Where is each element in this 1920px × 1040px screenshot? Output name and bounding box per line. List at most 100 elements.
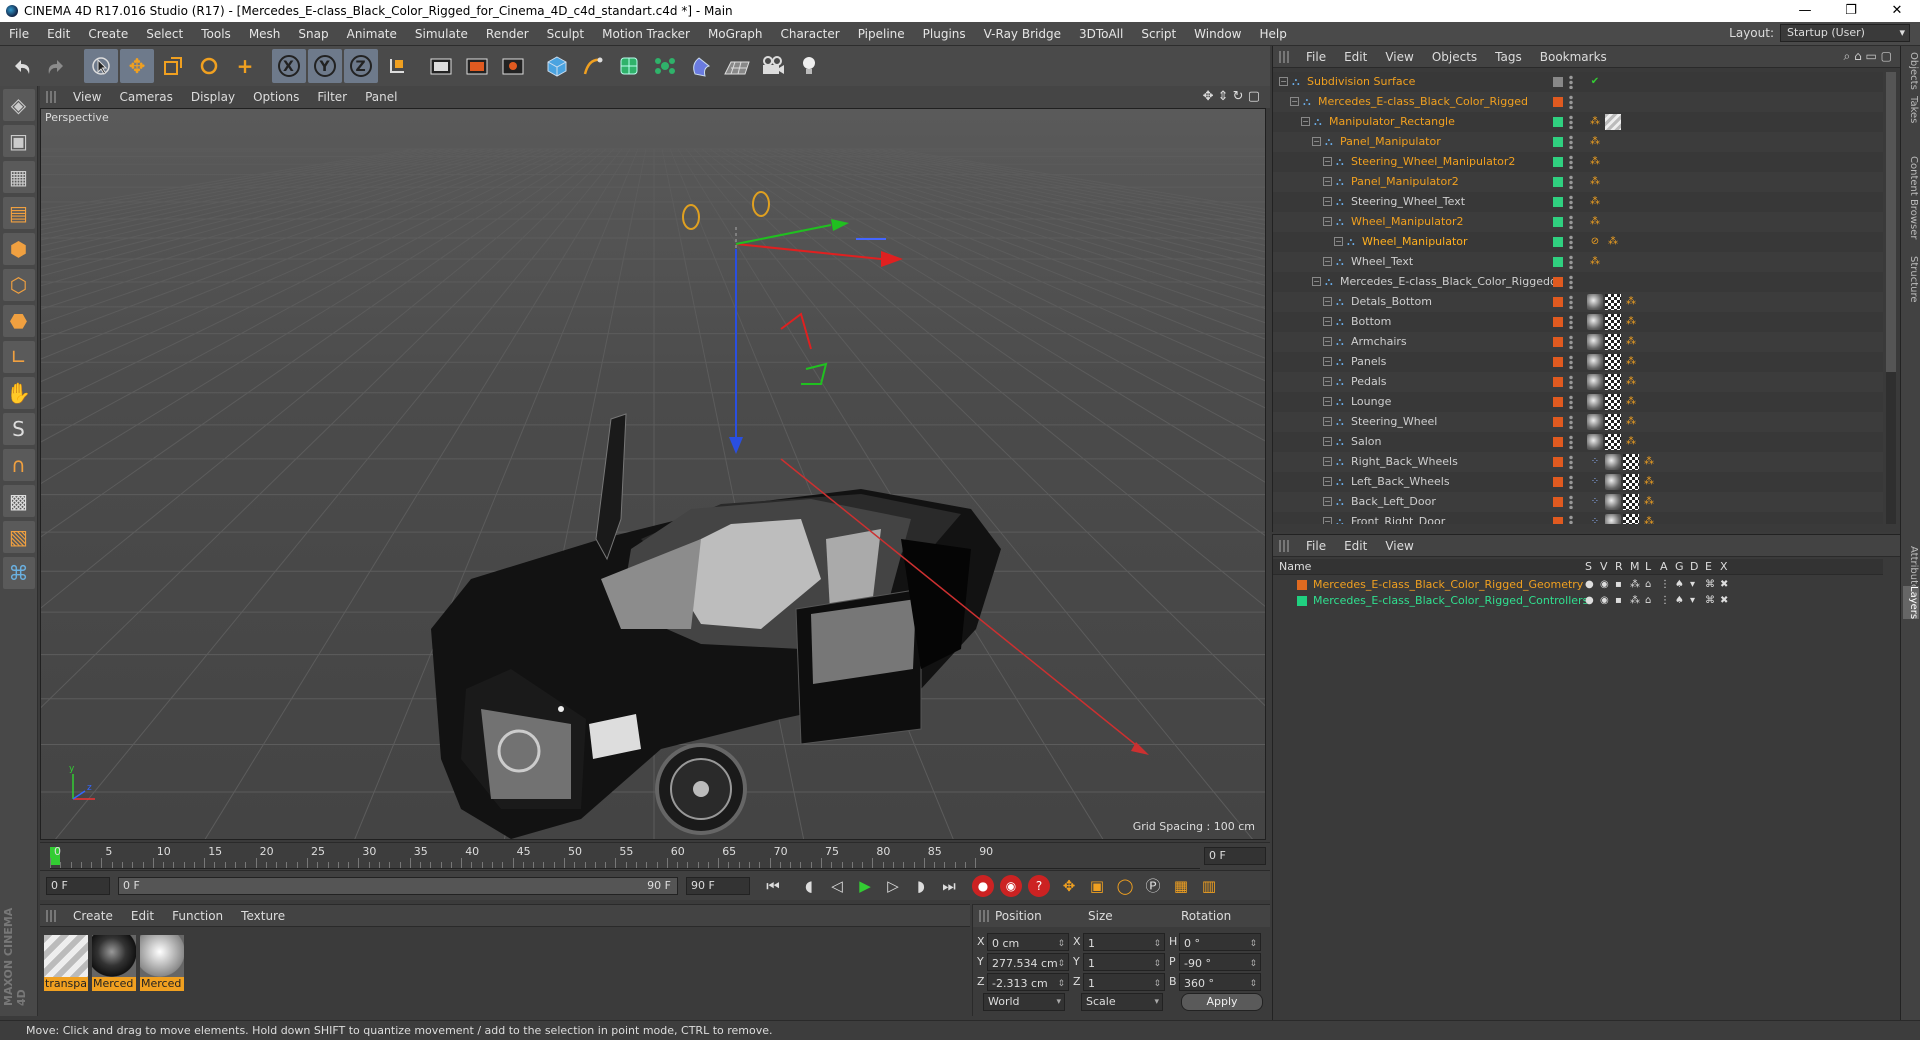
edges-mode-icon[interactable]: ⬡	[2, 269, 35, 301]
object-menu-edit[interactable]: Edit	[1335, 50, 1376, 64]
timeline[interactable]: 0 5 10 15 20 25 30 35 40 45 50 55 60 65 70 75 80 85 90 0 F	[40, 842, 1270, 870]
visibility-dots-icon[interactable]	[1569, 75, 1573, 89]
tag-dots-icon[interactable]: ⁂	[1605, 234, 1621, 250]
menu-simulate[interactable]: Simulate	[406, 27, 477, 41]
layer-color-swatch[interactable]	[1553, 457, 1563, 467]
visibility-dots-icon[interactable]	[1569, 475, 1573, 489]
tag-dots-icon[interactable]: ⁂	[1623, 394, 1639, 410]
tag-dots-icon[interactable]: ⁂	[1641, 514, 1657, 524]
visibility-dots-icon[interactable]	[1569, 215, 1573, 229]
material-menu-edit[interactable]: Edit	[122, 909, 163, 923]
object-row[interactable]: − ⛬ Mercedes_E-class_Black_Color_Riggedd	[1273, 272, 1883, 292]
expand-toggle-icon[interactable]: −	[1323, 497, 1332, 506]
object-name[interactable]: Wheel_Manipulator2	[1351, 212, 1464, 232]
object-name[interactable]: Armchairs	[1351, 332, 1407, 352]
scrollbar-thumb[interactable]	[1886, 72, 1896, 372]
expand-toggle-icon[interactable]: −	[1334, 237, 1343, 246]
tag-mat-icon[interactable]	[1587, 314, 1603, 330]
tag-dots-icon[interactable]: ⁂	[1623, 414, 1639, 430]
layer-column-g[interactable]: G	[1675, 560, 1684, 573]
z-axis-icon[interactable]: Z	[344, 49, 378, 83]
object-tree-scrollbar[interactable]	[1886, 72, 1896, 524]
layer-color-swatch[interactable]	[1553, 417, 1563, 427]
object-row[interactable]: − ⛬ Lounge ⁂	[1273, 392, 1883, 412]
side-tab-objects[interactable]: Objects	[1903, 52, 1919, 90]
object-name[interactable]: Right_Back_Wheels	[1351, 452, 1458, 472]
visibility-dots-icon[interactable]	[1569, 175, 1573, 189]
expand-toggle-icon[interactable]: −	[1323, 197, 1332, 206]
tag-mat-icon[interactable]	[1605, 454, 1621, 470]
layer-color-swatch[interactable]	[1553, 277, 1563, 287]
expand-toggle-icon[interactable]: −	[1323, 457, 1332, 466]
expand-toggle-icon[interactable]: −	[1323, 437, 1332, 446]
layer-color-swatch[interactable]	[1553, 297, 1563, 307]
object-name[interactable]: Subdivision Surface	[1307, 72, 1415, 92]
menu-select[interactable]: Select	[137, 27, 192, 41]
rotation-field[interactable]: -90 ° ⇕	[1179, 953, 1261, 971]
play-forwards-icon[interactable]: ▶	[852, 874, 878, 898]
viewport-menu-cameras[interactable]: Cameras	[110, 90, 181, 104]
maximize-button[interactable]: ❐	[1828, 0, 1874, 22]
live-select-icon[interactable]	[84, 49, 118, 83]
object-name[interactable]: Mercedes_E-class_Black_Color_Rigged	[1318, 92, 1528, 112]
tag-mat-icon[interactable]	[1587, 414, 1603, 430]
visibility-dots-icon[interactable]	[1569, 455, 1573, 469]
lock-toggle-icon[interactable]: ⌂	[1645, 577, 1651, 593]
object-name[interactable]: Wheel_Manipulator	[1362, 232, 1468, 252]
spinner-icon[interactable]: ⇕	[1249, 976, 1257, 992]
polygons-mode-icon[interactable]: ⬣	[2, 305, 35, 337]
manager-toggle-icon[interactable]: ⁂	[1630, 593, 1640, 609]
object-row[interactable]: − ⛬ Wheel_Text ⁂	[1273, 252, 1883, 272]
tag-chk-icon[interactable]	[1605, 314, 1621, 330]
position-field[interactable]: 277.534 cm ⇕	[987, 953, 1069, 971]
make-editable-icon[interactable]: ◈	[2, 89, 35, 121]
visibility-dots-icon[interactable]	[1569, 415, 1573, 429]
object-name[interactable]: Panel_Manipulator2	[1351, 172, 1459, 192]
solo-toggle-icon[interactable]: ●	[1585, 577, 1594, 593]
object-row[interactable]: − ⛬ Wheel_Manipulator2 ⁂	[1273, 212, 1883, 232]
menu-tools[interactable]: Tools	[192, 27, 240, 41]
floor-icon[interactable]	[720, 49, 754, 83]
object-menu-tags[interactable]: Tags	[1486, 50, 1531, 64]
menu-motion-tracker[interactable]: Motion Tracker	[593, 27, 699, 41]
coordinate-system-select[interactable]: World ▾	[983, 993, 1065, 1011]
grid-snap-icon[interactable]: ▧	[2, 521, 35, 553]
menu-3dtoall[interactable]: 3DToAll	[1070, 27, 1132, 41]
spinner-icon[interactable]: ⇕	[1153, 956, 1161, 972]
tag-mat-icon[interactable]	[1605, 514, 1621, 524]
tweak-mode-icon[interactable]: ✋	[2, 377, 35, 409]
layer-color-swatch[interactable]	[1553, 397, 1563, 407]
tag-dots-icon[interactable]: ⁂	[1641, 494, 1657, 510]
layer-color-swatch[interactable]	[1553, 97, 1563, 107]
tag-dots-icon[interactable]: ⁂	[1623, 354, 1639, 370]
object-row[interactable]: − ⛬ Detals_Bottom ⁂	[1273, 292, 1883, 312]
object-menu-bookmarks[interactable]: Bookmarks	[1531, 50, 1616, 64]
expand-toggle-icon[interactable]: −	[1323, 377, 1332, 386]
visibility-dots-icon[interactable]	[1569, 335, 1573, 349]
tag-chk-icon[interactable]	[1623, 474, 1639, 490]
record-active-objects-icon[interactable]: ●	[972, 874, 994, 897]
visibility-dots-icon[interactable]	[1569, 195, 1573, 209]
expand-toggle-icon[interactable]: −	[1279, 77, 1288, 86]
layer-color-swatch[interactable]	[1553, 77, 1563, 87]
x-axis-icon[interactable]: X	[272, 49, 306, 83]
object-row[interactable]: − ⛬ Steering_Wheel_Manipulator2 ⁂	[1273, 152, 1883, 172]
recent-tools-icon[interactable]: +	[228, 49, 262, 83]
expand-toggle-icon[interactable]: −	[1323, 357, 1332, 366]
layer-menu-view[interactable]: View	[1376, 539, 1422, 553]
texture-mode-icon[interactable]: ▦	[2, 161, 35, 193]
spinner-icon[interactable]: ⇕	[1249, 956, 1257, 972]
keyframe-selection-icon[interactable]: ?	[1028, 874, 1050, 897]
rotation-field[interactable]: 0 ° ⇕	[1179, 933, 1261, 951]
visibility-dots-icon[interactable]	[1569, 155, 1573, 169]
tag-tex-icon[interactable]	[1605, 114, 1621, 130]
expand-toggle-icon[interactable]: −	[1323, 317, 1332, 326]
tag-dots-icon[interactable]: ⁂	[1587, 134, 1603, 150]
subdivision-icon[interactable]	[612, 49, 646, 83]
visibility-dots-icon[interactable]	[1569, 375, 1573, 389]
layer-color-swatch[interactable]	[1553, 377, 1563, 387]
layer-color-swatch[interactable]	[1553, 497, 1563, 507]
lock-toggle-icon[interactable]: ⌂	[1645, 593, 1651, 609]
layer-column-v[interactable]: V	[1600, 560, 1608, 573]
apply-button[interactable]: Apply	[1181, 993, 1263, 1011]
